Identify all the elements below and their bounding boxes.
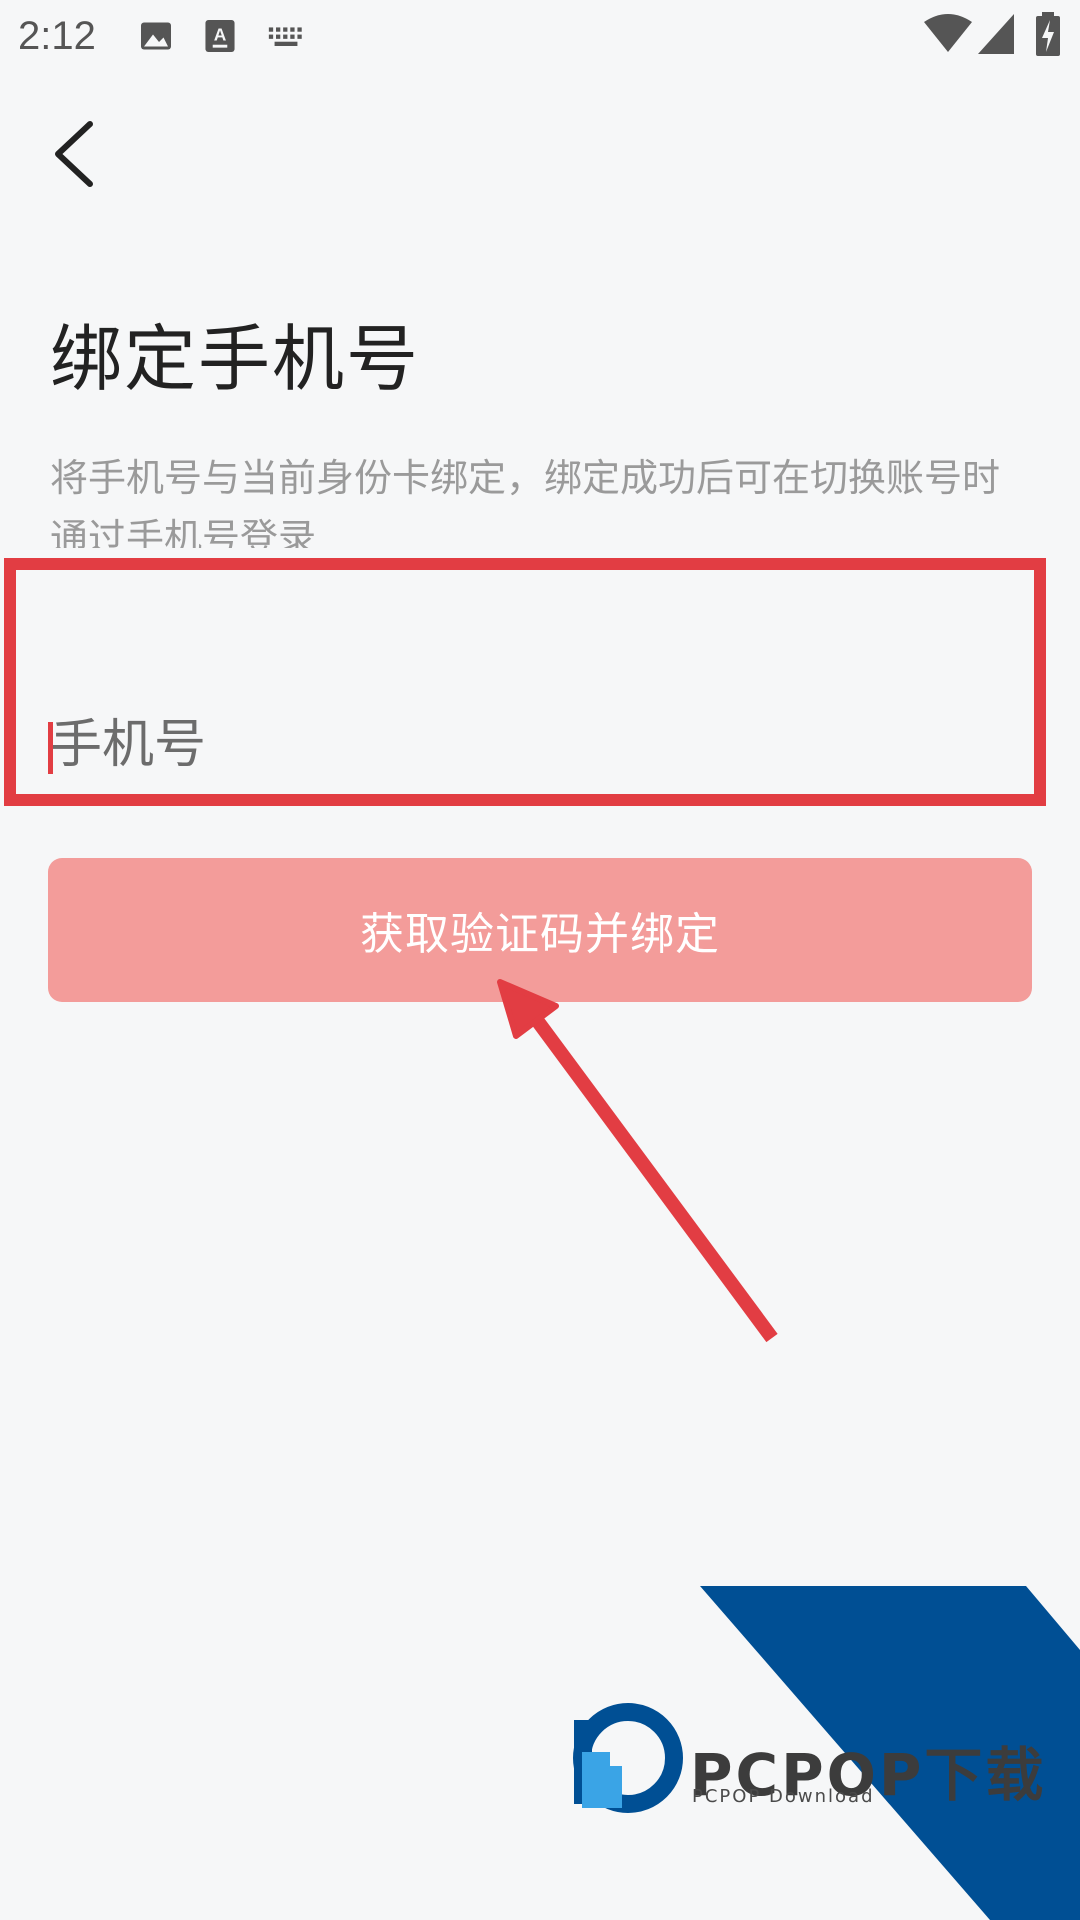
image-icon: [138, 18, 174, 58]
svg-text:A: A: [214, 24, 227, 44]
status-time: 2:12: [18, 14, 96, 58]
text-cursor: [48, 722, 53, 774]
watermark-subtitle: PCPOP Download: [692, 1786, 875, 1807]
back-button[interactable]: [40, 110, 120, 200]
keyboard-a-icon: A: [204, 18, 236, 58]
pcpop-logo: [573, 1703, 683, 1813]
wifi-icon: [924, 14, 972, 58]
get-code-and-bind-button[interactable]: 获取验证码并绑定: [48, 858, 1032, 1002]
bind-phone-screen: 2:12 A 绑定手机号 将手机号与当前身份卡绑定，绑定成功后可在切换账号时通过…: [0, 0, 1080, 1920]
phone-number-input[interactable]: [50, 700, 1010, 790]
status-bar: 2:12 A: [0, 0, 1080, 72]
chevron-left-icon: [55, 121, 93, 187]
page-title: 绑定手机号: [50, 317, 421, 401]
battery-charging-icon: [1036, 12, 1060, 60]
signal-icon: [978, 14, 1014, 58]
keyboard-icon: [266, 18, 306, 58]
description-text: 将手机号与当前身份卡绑定，绑定成功后可在切换账号时通过手机号登录: [50, 456, 1001, 548]
